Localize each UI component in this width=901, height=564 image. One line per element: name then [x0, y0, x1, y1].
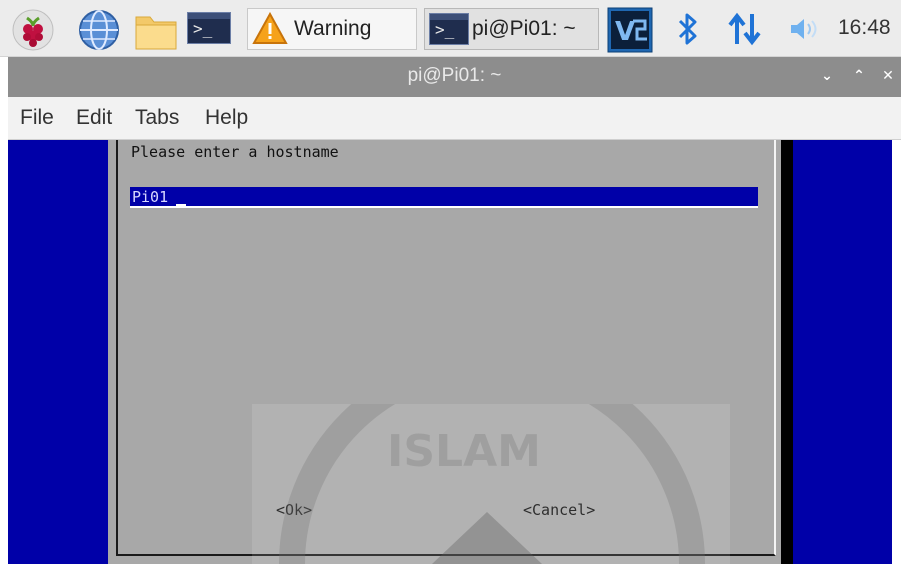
terminal-area[interactable]: Please enter a hostname Pi01 <Ok> <Cance… — [8, 140, 892, 564]
maximize-icon[interactable]: ⌃ — [849, 66, 869, 86]
file-manager-icon[interactable] — [134, 11, 178, 51]
bluetooth-icon[interactable] — [676, 10, 700, 48]
ok-button[interactable]: <Ok> — [276, 501, 312, 519]
close-icon[interactable]: ✕ — [878, 66, 898, 86]
terminal-task-icon: >_ — [429, 13, 469, 45]
task-warning[interactable]: Warning — [247, 8, 417, 50]
web-browser-icon[interactable] — [78, 9, 120, 51]
hostname-dialog: Please enter a hostname Pi01 <Ok> <Cance… — [108, 140, 788, 564]
terminal-icon[interactable]: >_ — [187, 12, 231, 44]
task-terminal-label: pi@Pi01: ~ — [472, 17, 576, 40]
text-cursor — [176, 204, 186, 206]
menu-bar: File Edit Tabs Help — [8, 97, 901, 140]
volume-icon[interactable] — [789, 17, 821, 41]
hostname-value: Pi01 — [132, 188, 169, 206]
vnc-icon[interactable]: V — [607, 7, 653, 53]
raspberry-menu-icon[interactable] — [11, 8, 55, 52]
dialog-prompt: Please enter a hostname — [131, 143, 339, 161]
network-icon[interactable] — [727, 12, 763, 46]
window-title: pi@Pi01: ~ — [407, 65, 502, 86]
svg-text:V: V — [615, 17, 635, 47]
taskbar: >_ Warning >_ pi@Pi01: ~ V 16:48 — [0, 0, 901, 57]
minimize-icon[interactable]: ⌄ — [817, 66, 837, 86]
menu-tabs[interactable]: Tabs — [135, 106, 179, 130]
warning-icon — [252, 12, 288, 44]
hostname-input[interactable]: Pi01 — [130, 187, 758, 208]
dialog-shadow — [781, 140, 793, 564]
menu-help[interactable]: Help — [205, 106, 248, 130]
clock[interactable]: 16:48 — [838, 16, 891, 40]
menu-file[interactable]: File — [20, 106, 54, 130]
menu-edit[interactable]: Edit — [76, 106, 112, 130]
window-titlebar[interactable]: pi@Pi01: ~ ⌄ ⌃ ✕ — [8, 57, 901, 97]
task-terminal[interactable]: >_ pi@Pi01: ~ — [424, 8, 599, 50]
cancel-button[interactable]: <Cancel> — [523, 501, 595, 519]
task-warning-label: Warning — [294, 17, 372, 40]
